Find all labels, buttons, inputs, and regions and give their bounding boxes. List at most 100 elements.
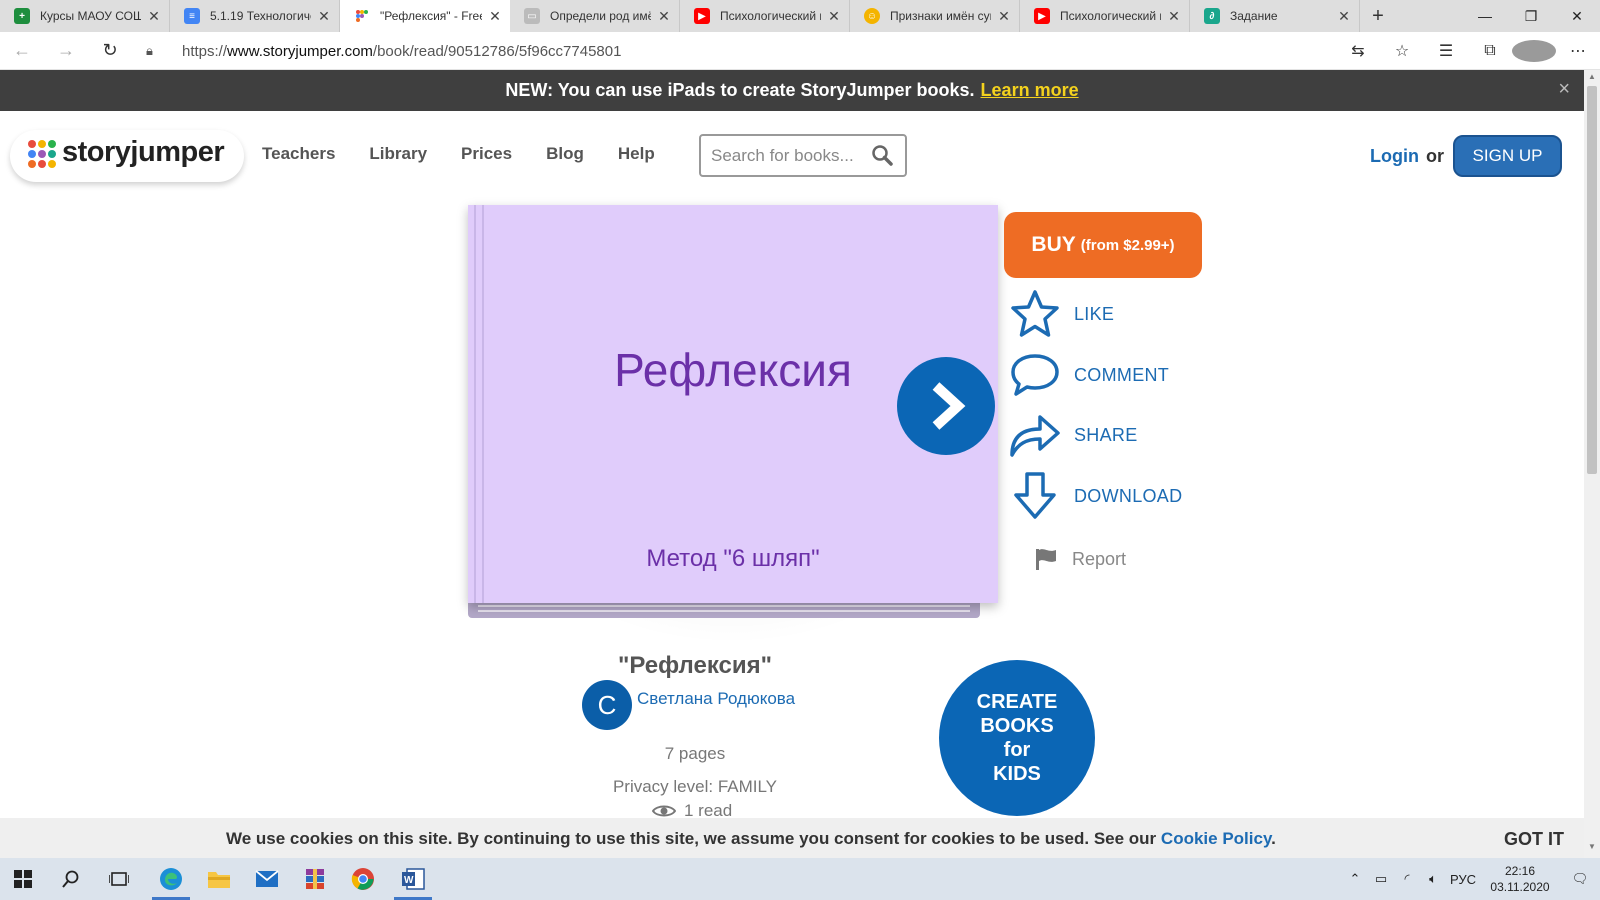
author-avatar[interactable]: С xyxy=(582,680,632,730)
got-it-button[interactable]: GOT IT xyxy=(1504,829,1564,850)
browser-tab-strip: + Курсы МАОУ СОШ ✕ ≡ 5.1.19 Технологиче … xyxy=(0,0,1600,32)
star-icon xyxy=(1008,287,1062,341)
create-line-2: BOOKS xyxy=(980,715,1054,737)
clock-time: 22:16 xyxy=(1504,864,1536,878)
browser-tab[interactable]: ▶ Психологический н ✕ xyxy=(680,0,850,32)
close-tab-icon[interactable]: ✕ xyxy=(827,8,841,25)
share-label: SHARE xyxy=(1074,424,1138,445)
browser-tab[interactable]: + Курсы МАОУ СОШ ✕ xyxy=(0,0,170,32)
download-action[interactable]: DOWNLOAD xyxy=(1008,469,1182,523)
close-tab-icon[interactable]: ✕ xyxy=(997,8,1011,25)
favorites-icon[interactable]: ☰ xyxy=(1424,41,1468,61)
minimize-icon[interactable]: — xyxy=(1462,0,1508,32)
close-banner-icon[interactable]: × xyxy=(1558,78,1570,101)
chevron-up-icon[interactable]: ⌃ xyxy=(1342,871,1368,887)
search-icon[interactable] xyxy=(871,144,893,166)
share-arrow-icon xyxy=(1008,408,1062,462)
browser-tab[interactable]: ≡ 5.1.19 Технологиче ✕ xyxy=(170,0,340,32)
buy-price: (from $2.99+) xyxy=(1080,236,1175,254)
scrollbar-thumb[interactable] xyxy=(1587,86,1597,474)
cookie-policy-link[interactable]: Cookie Policy xyxy=(1161,829,1271,848)
announcement-banner: NEW: You can use iPads to create StoryJu… xyxy=(0,70,1584,111)
tab-title: "Рефлексия" - Free xyxy=(380,9,482,23)
nav-prices[interactable]: Prices xyxy=(461,144,512,164)
new-tab-button[interactable]: + xyxy=(1360,0,1396,32)
translate-icon[interactable]: ⇆ xyxy=(1336,41,1380,61)
close-tab-icon[interactable]: ✕ xyxy=(147,8,161,25)
mail-icon[interactable] xyxy=(244,858,290,900)
back-icon[interactable]: ← xyxy=(0,32,44,70)
tab-title: Признаки имён сущ xyxy=(890,9,991,23)
nav-teachers[interactable]: Teachers xyxy=(262,144,335,164)
comment-action[interactable]: COMMENT xyxy=(1008,348,1169,402)
book-title: "Рефлексия" xyxy=(618,652,772,679)
browser-tab-active[interactable]: "Рефлексия" - Free ✕ xyxy=(340,0,510,32)
storyjumper-logo[interactable]: storyjumper xyxy=(10,122,244,184)
login-link[interactable]: Login xyxy=(1370,146,1419,167)
start-icon[interactable] xyxy=(0,858,46,900)
download-label: DOWNLOAD xyxy=(1074,485,1183,506)
scroll-down-icon[interactable]: ▼ xyxy=(1584,842,1600,856)
task-view-icon[interactable] xyxy=(96,858,142,900)
close-tab-icon[interactable]: ✕ xyxy=(1337,8,1351,25)
language-indicator[interactable]: РУС xyxy=(1446,872,1480,887)
file-explorer-icon[interactable] xyxy=(196,858,242,900)
browser-tab[interactable]: ☺ Признаки имён сущ ✕ xyxy=(850,0,1020,32)
restore-icon[interactable]: ❐ xyxy=(1508,0,1554,32)
browser-tab[interactable]: ▭ Определи род имё ✕ xyxy=(510,0,680,32)
close-tab-icon[interactable]: ✕ xyxy=(488,8,502,25)
task-icon: ∂ xyxy=(1204,8,1220,24)
author-link[interactable]: Светлана Родюкова xyxy=(637,689,795,709)
logo-dots-icon xyxy=(28,140,58,170)
browser-tab[interactable]: ▶ Психологический н ✕ xyxy=(1020,0,1190,32)
logo-text: storyjumper xyxy=(62,136,225,168)
tab-title: Психологический н xyxy=(720,9,821,23)
search-taskbar-icon[interactable] xyxy=(48,858,94,900)
share-action[interactable]: SHARE xyxy=(1008,408,1138,462)
favorite-star-icon[interactable]: ☆ xyxy=(1380,41,1424,61)
browser-tab[interactable]: ∂ Задание ✕ xyxy=(1190,0,1360,32)
wifi-icon[interactable]: ◜ xyxy=(1394,871,1420,887)
clock-date: 03.11.2020 xyxy=(1490,880,1550,894)
create-books-button[interactable]: CREATE BOOKS for KIDS xyxy=(939,660,1095,816)
profile-icon[interactable] xyxy=(1512,40,1556,62)
nav-library[interactable]: Library xyxy=(369,144,427,164)
docs-icon: ≡ xyxy=(184,8,200,24)
create-line-4: KIDS xyxy=(993,763,1041,785)
nav-blog[interactable]: Blog xyxy=(546,144,584,164)
buy-label: BUY xyxy=(1031,233,1076,256)
chevron-right-icon xyxy=(932,382,966,430)
learn-more-link[interactable]: Learn more xyxy=(981,80,1079,101)
tab-title: Психологический н xyxy=(1060,9,1161,23)
flag-icon xyxy=(1036,549,1056,570)
page-scrollbar[interactable]: ▲ ▼ xyxy=(1584,70,1600,858)
scroll-up-icon[interactable]: ▲ xyxy=(1584,72,1600,86)
more-icon[interactable]: ⋯ xyxy=(1556,41,1600,61)
collections-icon[interactable]: ⧉ xyxy=(1468,42,1512,60)
buy-button[interactable]: BUY (from $2.99+) xyxy=(1004,212,1202,278)
url-field[interactable]: 🔒︎ https://www.storyjumper.com/book/read… xyxy=(146,36,1396,66)
next-page-button[interactable] xyxy=(897,357,995,455)
like-action[interactable]: LIKE xyxy=(1008,287,1114,341)
close-tab-icon[interactable]: ✕ xyxy=(1167,8,1181,25)
signup-button[interactable]: SIGN UP xyxy=(1453,135,1562,177)
volume-icon[interactable]: 🔈︎ xyxy=(1420,871,1446,887)
close-window-icon[interactable]: ✕ xyxy=(1554,0,1600,32)
battery-icon[interactable]: ▭ xyxy=(1368,871,1394,887)
download-arrow-icon xyxy=(1008,469,1062,523)
clock[interactable]: 22:16 03.11.2020 xyxy=(1480,863,1560,895)
nav-help[interactable]: Help xyxy=(618,144,655,164)
window-controls: — ❐ ✕ xyxy=(1462,0,1600,32)
close-tab-icon[interactable]: ✕ xyxy=(317,8,331,25)
winrar-icon[interactable] xyxy=(292,858,338,900)
chrome-icon[interactable] xyxy=(340,858,386,900)
search-placeholder: Search for books... xyxy=(711,145,854,165)
refresh-icon[interactable]: ↻ xyxy=(88,32,132,70)
word-icon[interactable]: W xyxy=(390,858,436,900)
close-tab-icon[interactable]: ✕ xyxy=(657,8,671,25)
search-input[interactable]: Search for books... xyxy=(699,134,907,177)
forward-icon[interactable]: → xyxy=(44,32,88,70)
edge-icon[interactable] xyxy=(148,858,194,900)
notifications-icon[interactable]: 🗨︎ xyxy=(1560,871,1600,887)
report-action[interactable]: Report xyxy=(1034,547,1126,571)
